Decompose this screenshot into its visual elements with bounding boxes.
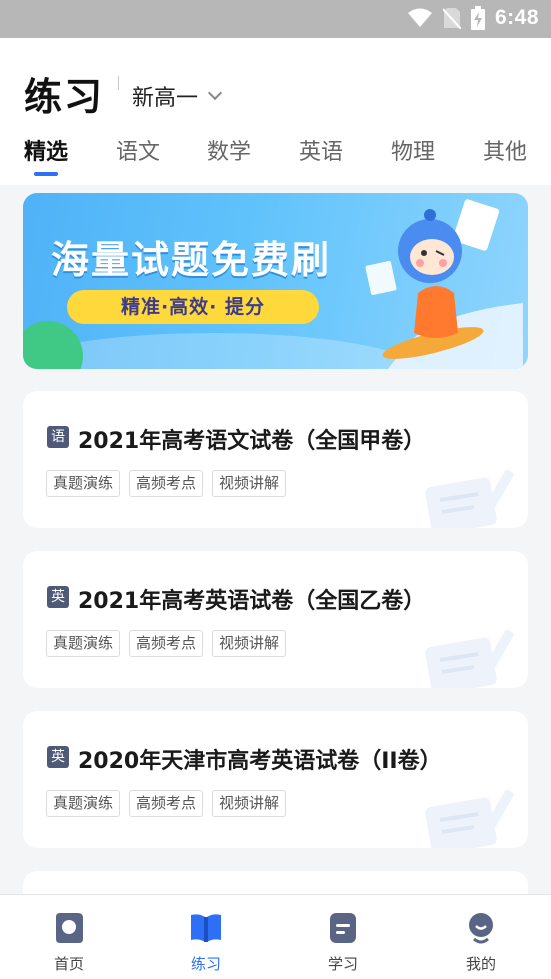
paper-card[interactable]: 语 2021年高考语文试卷（全国甲卷） 真题演练 高频考点 视频讲解 [23, 391, 528, 528]
tab-english[interactable]: 英语 [299, 134, 343, 166]
paper-tags: 真题演练 高频考点 视频讲解 [46, 790, 287, 817]
paper-title: 2021年高考英语试卷（全国乙卷） [78, 589, 426, 614]
subject-tabs: 精选 语文 数学 英语 物理 其他 [0, 134, 551, 174]
chevron-down-icon [207, 85, 223, 101]
page-title: 练习 [24, 75, 105, 119]
nav-practice[interactable]: 练习 [161, 911, 251, 974]
no-sim-icon [442, 8, 461, 29]
tag-real-exam: 真题演练 [46, 790, 121, 817]
tag-key-points: 高频考点 [129, 790, 204, 817]
paper-tags: 真题演练 高频考点 视频讲解 [46, 630, 287, 657]
tab-physics[interactable]: 物理 [391, 134, 435, 166]
nav-study[interactable]: 学习 [298, 911, 388, 974]
mascot-illustration [365, 199, 523, 369]
banner-headline: 海量试题免费刷 [51, 238, 332, 282]
paper-card[interactable]: 英 2020年天津市高考英语试卷（II卷） 真题演练 高频考点 视频讲解 [23, 711, 528, 848]
tag-real-exam: 真题演练 [46, 630, 121, 657]
nav-practice-label: 练习 [190, 955, 221, 973]
status-icons: 6:48 [407, 6, 539, 30]
paper-pencil-icon [425, 789, 514, 848]
nav-home[interactable]: 首页 [24, 911, 114, 974]
paper-title: 2021年高考语文试卷（全国甲卷） [78, 429, 426, 454]
tag-key-points: 高频考点 [129, 470, 204, 497]
paper-pencil-icon [425, 629, 514, 688]
status-bar: 6:48 [0, 0, 551, 38]
grade-selector[interactable]: 新高一 [132, 80, 223, 112]
banner-tagline: 精准·高效· 提分 [67, 290, 319, 324]
paper-title: 2020年天津市高考英语试卷（II卷） [78, 749, 442, 774]
subject-badge: 英 [47, 746, 69, 768]
nav-home-label: 首页 [53, 955, 84, 973]
tag-video: 视频讲解 [212, 470, 287, 497]
tab-math[interactable]: 数学 [207, 134, 251, 166]
promo-banner[interactable]: 海量试题免费刷 精准·高效· 提分 [23, 193, 528, 369]
tab-chinese[interactable]: 语文 [116, 134, 160, 166]
subject-badge: 语 [47, 426, 69, 448]
paper-tags: 真题演练 高频考点 视频讲解 [46, 470, 287, 497]
banner-leaf-decoration [23, 321, 83, 369]
paper-card[interactable]: 英 2021年高考英语试卷（全国乙卷） 真题演练 高频考点 视频讲解 [23, 551, 528, 688]
page-header: 练习 新高一 精选 语文 数学 英语 物理 其他 [0, 38, 551, 185]
tag-key-points: 高频考点 [129, 630, 204, 657]
tab-featured[interactable]: 精选 [24, 134, 68, 166]
active-tab-indicator [34, 172, 58, 176]
tab-other[interactable]: 其他 [483, 134, 527, 166]
tag-video: 视频讲解 [212, 630, 287, 657]
nav-me[interactable]: 我的 [436, 911, 526, 974]
practice-book-icon [191, 914, 221, 942]
tag-real-exam: 真题演练 [46, 470, 121, 497]
paper-pencil-icon [425, 469, 514, 528]
status-time: 6:48 [494, 6, 539, 29]
profile-icon [469, 913, 493, 944]
wifi-icon [407, 8, 432, 27]
battery-charging-icon [470, 6, 485, 30]
home-icon [56, 913, 83, 943]
title-divider [118, 76, 119, 90]
nav-study-label: 学习 [327, 955, 358, 973]
study-doc-icon [330, 913, 356, 943]
subject-badge: 英 [47, 586, 69, 608]
tag-video: 视频讲解 [212, 790, 287, 817]
grade-label: 新高一 [132, 86, 199, 111]
bottom-nav: 首页 练习 学习 我的 [0, 894, 551, 979]
nav-me-label: 我的 [465, 955, 496, 973]
